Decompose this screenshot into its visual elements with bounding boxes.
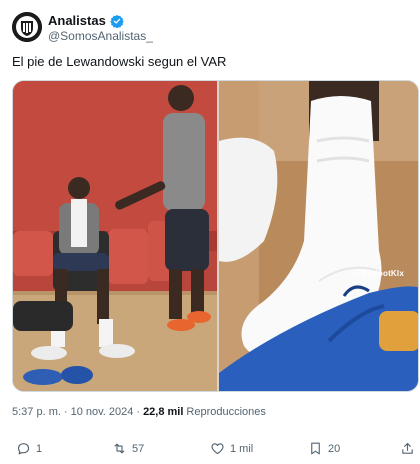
meta-separator-2: · — [136, 406, 141, 418]
media-image-right[interactable] — [219, 81, 418, 391]
views-label: Reproducciones — [186, 406, 266, 418]
views-count: 22,8 mil — [143, 406, 184, 418]
bookmark-count: 20 — [328, 442, 341, 455]
tweet-time[interactable]: 5:37 p. m. — [12, 406, 61, 418]
image-watermark: @BigfootKlx — [353, 269, 404, 278]
bookmark-icon — [311, 442, 320, 455]
retweet-icon — [114, 443, 125, 454]
players-photo — [13, 81, 217, 391]
retweet-count: 57 — [132, 442, 145, 455]
foot-closeup-photo — [219, 81, 418, 391]
share-icon — [402, 442, 413, 454]
display-name[interactable]: Analistas — [48, 13, 106, 28]
media-image-left[interactable] — [13, 81, 217, 391]
meta-separator: · — [63, 406, 68, 418]
tweet-text: El pie de Lewandowski segun el VAR — [12, 54, 227, 69]
tweet-actions: 1 57 1 mil 20 — [0, 441, 420, 459]
name-row: Analistas — [48, 13, 124, 28]
bookmark-button[interactable]: 20 — [308, 441, 340, 456]
tweet-date[interactable]: 10 nov. 2024 — [71, 406, 134, 418]
team-crest-icon — [12, 12, 42, 42]
tweet-media[interactable]: @BigfootKlx — [12, 80, 419, 392]
reply-icon — [17, 443, 30, 455]
retweet-button[interactable]: 57 — [112, 441, 144, 456]
like-button[interactable]: 1 mil — [210, 441, 253, 456]
like-count: 1 mil — [230, 442, 254, 455]
verified-badge-icon — [110, 14, 124, 28]
avatar[interactable] — [12, 12, 42, 42]
tweet-header: Analistas @SomosAnalistas_ — [10, 10, 410, 44]
reply-button[interactable]: 1 — [16, 441, 42, 456]
reply-count: 1 — [36, 442, 43, 455]
tweet-meta: 5:37 p. m. · 10 nov. 2024 · 22,8 mil Rep… — [12, 406, 266, 418]
share-button[interactable] — [400, 441, 420, 456]
user-handle[interactable]: @SomosAnalistas_ — [48, 29, 153, 43]
heart-icon — [211, 443, 224, 455]
